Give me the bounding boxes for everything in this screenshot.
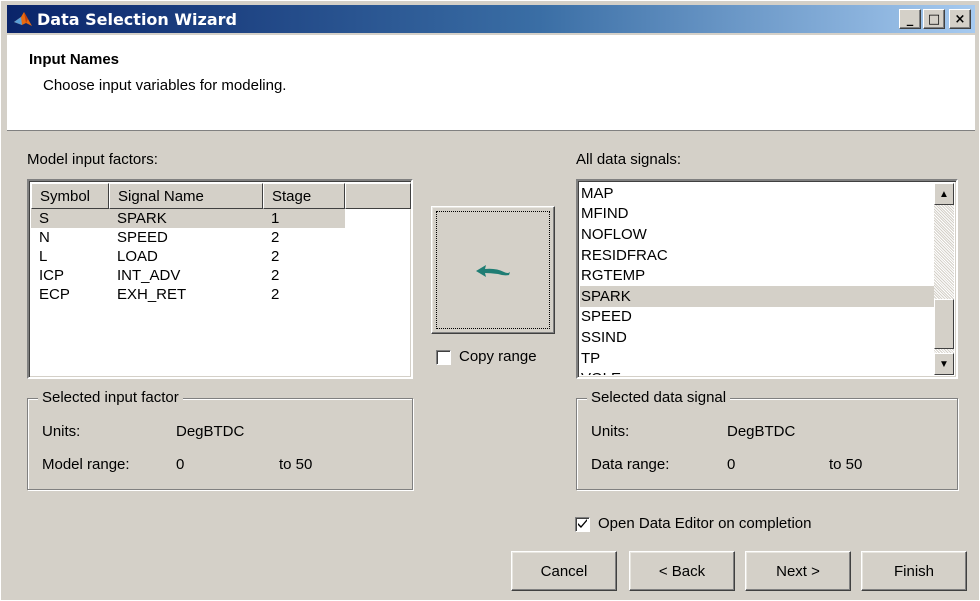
cell-stage: 1 <box>271 210 280 227</box>
minimize-icon: _ <box>906 11 914 27</box>
wizard-window: Data Selection Wizard _ □ × Input Names … <box>0 0 980 601</box>
list-item[interactable]: TP <box>580 348 936 369</box>
units-label: Units: <box>42 423 81 440</box>
scroll-down-button[interactable]: ▼ <box>934 353 954 375</box>
cell-stage: 2 <box>271 229 280 246</box>
table-row[interactable]: ECP EXH_RET 2 <box>31 285 345 304</box>
cell-symbol: L <box>39 248 48 265</box>
scroll-thumb[interactable] <box>934 299 954 349</box>
cell-signal: SPEED <box>117 229 168 246</box>
cell-symbol: ECP <box>39 286 70 303</box>
minimize-button[interactable]: _ <box>899 9 921 29</box>
scroll-up-arrow-icon: ▲ <box>939 188 949 200</box>
list-item[interactable]: SPEED <box>580 307 936 328</box>
cancel-button[interactable]: Cancel <box>511 551 617 591</box>
units-value: DegBTDC <box>176 423 245 440</box>
open-data-editor-checkbox[interactable] <box>575 517 590 532</box>
cell-stage: 2 <box>271 267 280 284</box>
cell-signal: LOAD <box>117 248 158 265</box>
model-input-factors-label: Model input factors: <box>27 151 158 168</box>
wizard-header: Input Names Choose input variables for m… <box>7 35 975 131</box>
column-header-signal-name[interactable]: Signal Name <box>109 183 263 209</box>
page-subtitle: Choose input variables for modeling. <box>43 77 287 94</box>
list-item[interactable]: MFIND <box>580 204 936 225</box>
maximize-button[interactable]: □ <box>923 9 945 29</box>
cell-symbol: N <box>39 229 50 246</box>
maximize-icon: □ <box>927 11 941 27</box>
units-label: Units: <box>591 423 630 440</box>
group-legend: Selected data signal <box>587 389 731 406</box>
next-button[interactable]: Next > <box>745 551 851 591</box>
model-range-from: 0 <box>176 456 185 473</box>
list-item[interactable]: NOFLOW <box>580 224 936 245</box>
cell-signal: SPARK <box>117 210 167 227</box>
model-range-label: Model range: <box>42 456 130 473</box>
data-range-from: 0 <box>727 456 736 473</box>
listbox-items: MAP MFIND NOFLOW RESIDFRAC RGTEMP SPARK SPEED S… <box>580 183 936 375</box>
selected-input-factor-group: Selected input factor Units: DegBTDC Mod… <box>27 389 413 490</box>
vertical-scrollbar[interactable]: ▲ ▼ <box>934 183 954 375</box>
cell-stage: 2 <box>271 248 280 265</box>
group-legend: Selected input factor <box>38 389 183 406</box>
table-row[interactable]: ICP INT_ADV 2 <box>31 266 345 285</box>
finish-button[interactable]: Finish <box>861 551 967 591</box>
list-item[interactable]: RESIDFRAC <box>580 245 936 266</box>
checkmark-icon <box>577 516 588 533</box>
cell-symbol: S <box>39 210 50 227</box>
table-row[interactable]: S SPARK 1 <box>31 209 345 228</box>
selected-data-signal-group: Selected data signal Units: DegBTDC Data… <box>576 389 958 490</box>
column-header-blank <box>345 183 411 209</box>
assign-arrow-icon <box>474 263 512 283</box>
cell-stage: 2 <box>271 286 280 303</box>
cell-symbol: ICP <box>39 267 65 284</box>
list-item[interactable]: SSIND <box>580 327 936 348</box>
column-header-stage[interactable]: Stage <box>263 183 345 209</box>
open-data-editor-label[interactable]: Open Data Editor on completion <box>598 515 811 532</box>
all-data-signals-label: All data signals: <box>576 151 682 168</box>
units-value: DegBTDC <box>727 423 796 440</box>
model-range-to: to 50 <box>279 456 313 473</box>
input-factors-table[interactable]: Symbol Signal Name Stage S SPARK 1 N SPEED 2 L… <box>27 179 413 379</box>
table-row[interactable]: N SPEED 2 <box>31 228 345 247</box>
matlab-logo-icon <box>13 9 33 29</box>
cell-signal: EXH_RET <box>117 286 187 303</box>
title-bar[interactable]: Data Selection Wizard _ □ × <box>7 5 975 33</box>
close-button[interactable]: × <box>949 9 971 29</box>
page-title: Input Names <box>29 51 120 68</box>
list-item[interactable]: SPARK <box>580 285 936 307</box>
table-body: S SPARK 1 N SPEED 2 L LOAD 2 ICP INT_ADV 2 ECP EXH_RE… <box>31 209 345 304</box>
list-item[interactable]: VOLE <box>580 368 936 375</box>
scroll-down-arrow-icon: ▼ <box>939 358 949 370</box>
list-item[interactable]: MAP <box>580 183 936 204</box>
copy-range-label[interactable]: Copy range <box>459 348 537 365</box>
data-range-to: to 50 <box>829 456 863 473</box>
list-item[interactable]: RGTEMP <box>580 265 936 286</box>
close-icon: × <box>954 11 966 27</box>
scroll-up-button[interactable]: ▲ <box>934 183 954 205</box>
window-title: Data Selection Wizard <box>37 9 237 29</box>
assign-signal-button[interactable] <box>431 206 555 334</box>
table-row[interactable]: L LOAD 2 <box>31 247 345 266</box>
column-header-symbol[interactable]: Symbol <box>31 183 109 209</box>
data-range-label: Data range: <box>591 456 670 473</box>
cell-signal: INT_ADV <box>117 267 181 284</box>
copy-range-checkbox[interactable] <box>436 350 451 365</box>
table-header: Symbol Signal Name Stage <box>31 183 411 209</box>
data-signals-listbox[interactable]: MAP MFIND NOFLOW RESIDFRAC RGTEMP SPARK SPEED S… <box>576 179 958 379</box>
back-button[interactable]: < Back <box>629 551 735 591</box>
